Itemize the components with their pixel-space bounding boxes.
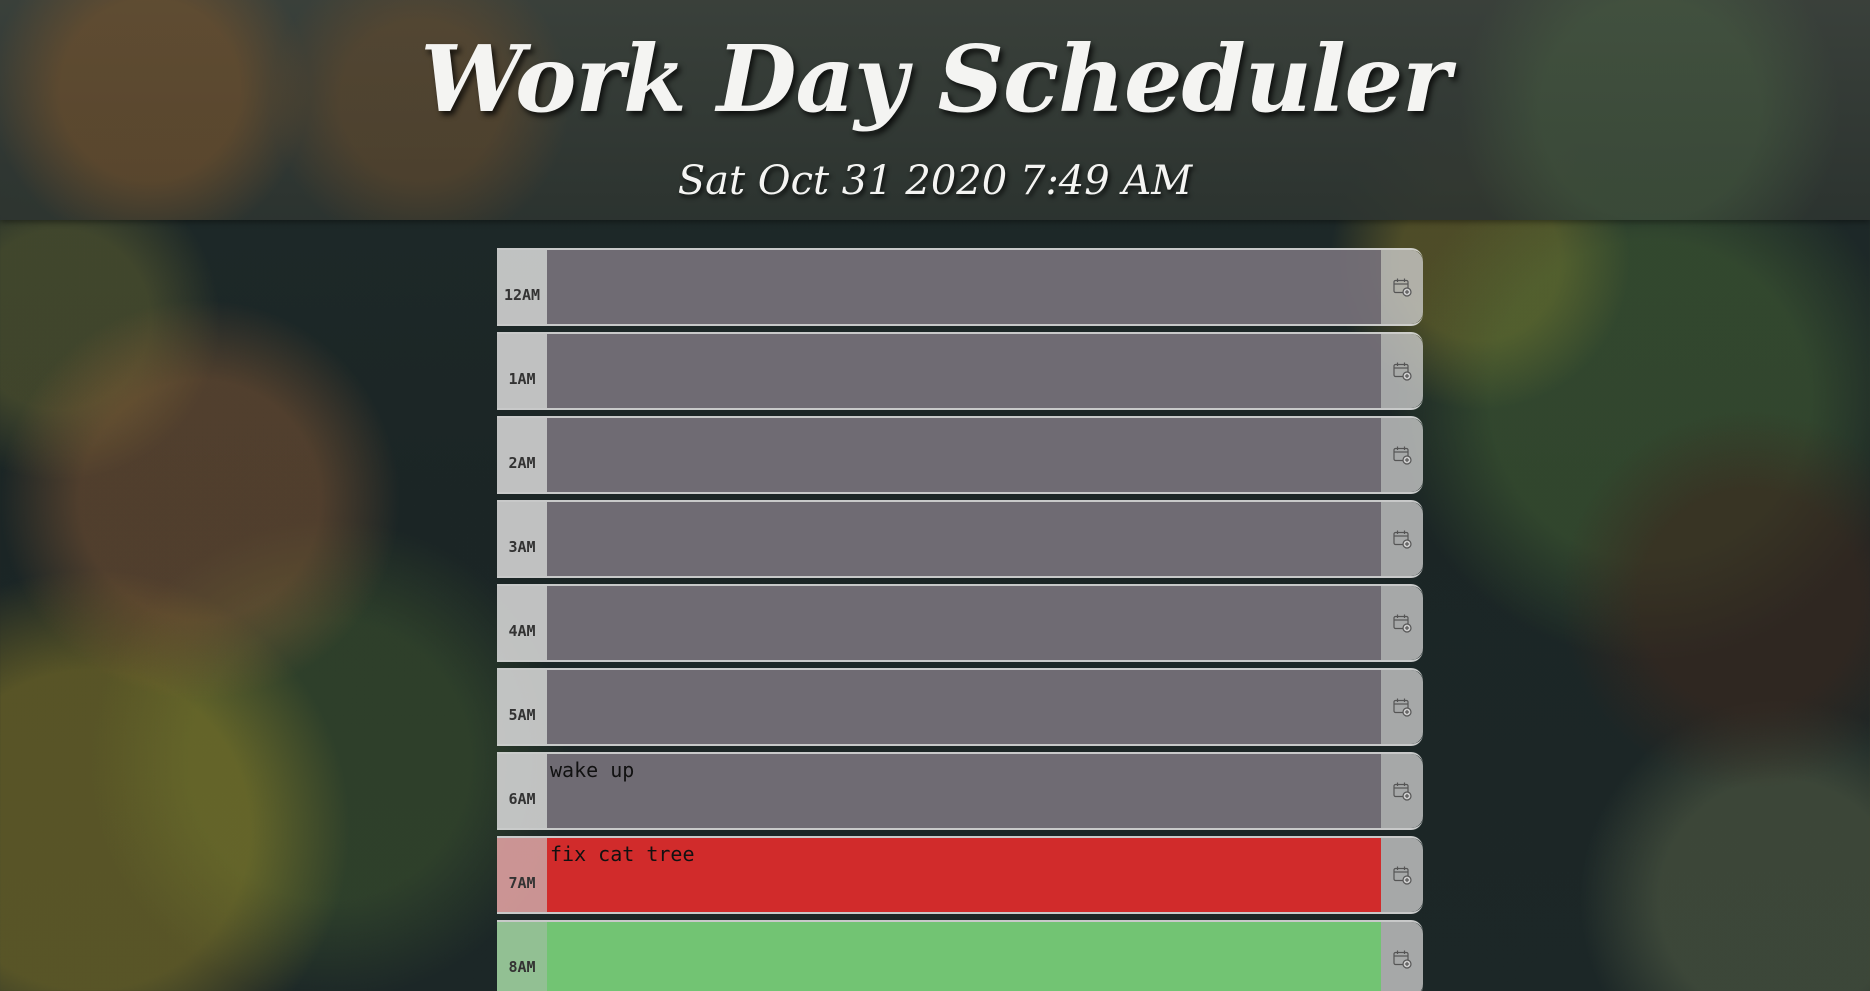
save-button[interactable] bbox=[1381, 670, 1423, 744]
hour-label: 7AM bbox=[497, 838, 547, 912]
time-block: 2AM bbox=[497, 416, 1423, 494]
calendar-plus-icon bbox=[1392, 949, 1412, 969]
hour-label: 1AM bbox=[497, 334, 547, 408]
hour-label: 4AM bbox=[497, 586, 547, 660]
calendar-plus-icon bbox=[1392, 445, 1412, 465]
save-button[interactable] bbox=[1381, 502, 1423, 576]
hour-label: 12AM bbox=[497, 250, 547, 324]
hour-label: 5AM bbox=[497, 670, 547, 744]
hour-label: 3AM bbox=[497, 502, 547, 576]
calendar-plus-icon bbox=[1392, 781, 1412, 801]
event-description-input[interactable] bbox=[547, 418, 1381, 492]
time-block: 12AM bbox=[497, 248, 1423, 326]
calendar-plus-icon bbox=[1392, 613, 1412, 633]
calendar-plus-icon bbox=[1392, 361, 1412, 381]
event-description-input[interactable] bbox=[547, 334, 1381, 408]
event-description-input[interactable]: wake up bbox=[547, 754, 1381, 828]
schedule-container: 12AM 1AM 2AM 3AM 4AM 5AM 6AM wake up 7AM… bbox=[497, 248, 1423, 991]
event-description-input[interactable] bbox=[547, 586, 1381, 660]
save-button[interactable] bbox=[1381, 586, 1423, 660]
save-button[interactable] bbox=[1381, 838, 1423, 912]
event-description-input[interactable] bbox=[547, 670, 1381, 744]
save-button[interactable] bbox=[1381, 334, 1423, 408]
calendar-plus-icon bbox=[1392, 277, 1412, 297]
page-title: Work Day Scheduler bbox=[420, 25, 1450, 133]
save-button[interactable] bbox=[1381, 754, 1423, 828]
time-block: 7AM fix cat tree bbox=[497, 836, 1423, 914]
hour-label: 2AM bbox=[497, 418, 547, 492]
save-button[interactable] bbox=[1381, 922, 1423, 991]
hour-label: 6AM bbox=[497, 754, 547, 828]
save-button[interactable] bbox=[1381, 418, 1423, 492]
calendar-plus-icon bbox=[1392, 697, 1412, 717]
time-block: 1AM bbox=[497, 332, 1423, 410]
event-description-input[interactable]: fix cat tree bbox=[547, 838, 1381, 912]
event-description-input[interactable] bbox=[547, 922, 1381, 991]
event-description-input[interactable] bbox=[547, 502, 1381, 576]
save-button[interactable] bbox=[1381, 250, 1423, 324]
hour-label: 8AM bbox=[497, 922, 547, 991]
current-date: Sat Oct 31 2020 7:49 AM bbox=[677, 158, 1193, 204]
event-description-input[interactable] bbox=[547, 250, 1381, 324]
time-block: 6AM wake up bbox=[497, 752, 1423, 830]
jumbotron-header: Work Day Scheduler Sat Oct 31 2020 7:49 … bbox=[0, 0, 1870, 220]
time-block: 3AM bbox=[497, 500, 1423, 578]
time-block: 4AM bbox=[497, 584, 1423, 662]
time-block: 8AM bbox=[497, 920, 1423, 991]
calendar-plus-icon bbox=[1392, 529, 1412, 549]
time-block: 5AM bbox=[497, 668, 1423, 746]
calendar-plus-icon bbox=[1392, 865, 1412, 885]
